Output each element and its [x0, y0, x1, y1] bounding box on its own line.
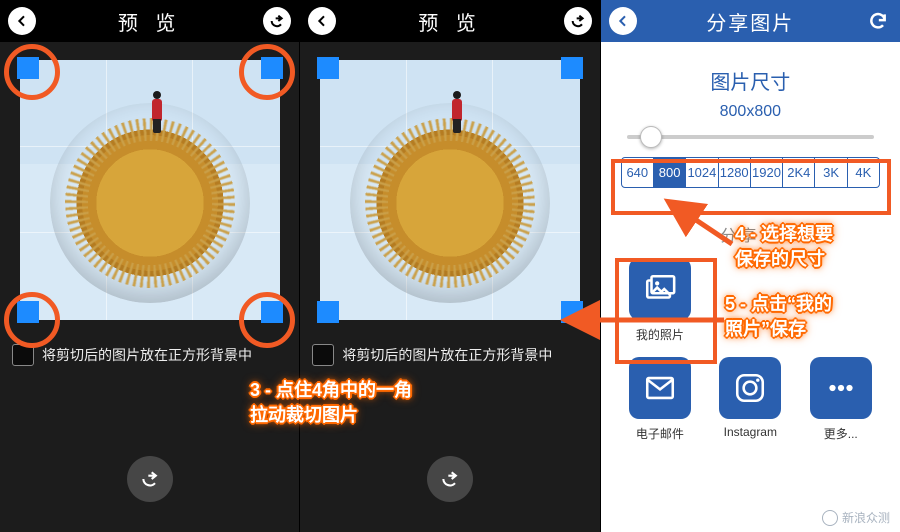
- square-bg-option: 将剪切后的图片放在正方形背景中: [312, 344, 587, 366]
- crop-area[interactable]: [320, 60, 580, 320]
- back-button[interactable]: [8, 7, 36, 35]
- crop-handle-bottom-right[interactable]: [561, 301, 583, 323]
- export-button[interactable]: [427, 456, 473, 502]
- crop-handle-top-left[interactable]: [17, 57, 39, 79]
- size-heading: 图片尺寸: [617, 66, 884, 95]
- size-button-3K[interactable]: 3K: [815, 157, 847, 188]
- arrow-left-icon: [615, 13, 631, 29]
- share-grid: 我的照片电子邮件 Instagram 更多...: [625, 258, 876, 442]
- header-bar: 预 览: [300, 0, 599, 42]
- size-value: 800x800: [617, 103, 884, 121]
- refresh-icon: [868, 11, 888, 31]
- share-item-instagram[interactable]: Instagram: [719, 357, 781, 442]
- share-item-label: 电子邮件: [629, 425, 691, 442]
- size-button-1920[interactable]: 1920: [751, 157, 783, 188]
- page-title: 分享图片: [706, 7, 794, 36]
- size-slider-thumb[interactable]: [640, 126, 662, 148]
- page-title: 预 览: [418, 7, 482, 36]
- size-buttons: 6408001024128019202K43K4K: [621, 157, 880, 188]
- share-item-more[interactable]: 更多...: [810, 357, 872, 442]
- crop-handle-top-right[interactable]: [561, 57, 583, 79]
- share-arrow-icon: [269, 13, 285, 29]
- export-button[interactable]: [127, 456, 173, 502]
- crop-handle-bottom-right[interactable]: [261, 301, 283, 323]
- share-item-label: Instagram: [719, 425, 781, 439]
- share-arrow-icon: [440, 469, 460, 489]
- size-button-800[interactable]: 800: [654, 157, 686, 188]
- preview-panel-2: 预 览 将剪切后的图片放在正方形背景中: [300, 0, 600, 532]
- size-button-1024[interactable]: 1024: [686, 157, 718, 188]
- share-item-label: 更多...: [810, 425, 872, 442]
- share-item-email[interactable]: 电子邮件: [629, 357, 691, 442]
- size-button-640[interactable]: 640: [621, 157, 654, 188]
- more-icon: [810, 357, 872, 419]
- arrow-left-icon: [314, 13, 330, 29]
- square-bg-label: 将剪切后的图片放在正方形背景中: [342, 345, 552, 365]
- share-button[interactable]: [564, 7, 592, 35]
- square-bg-option: 将剪切后的图片放在正方形背景中: [12, 344, 287, 366]
- crop-image: [320, 60, 580, 320]
- back-button[interactable]: [609, 7, 637, 35]
- crop-handle-bottom-left[interactable]: [317, 301, 339, 323]
- back-button[interactable]: [308, 7, 336, 35]
- share-arrow-icon: [570, 13, 586, 29]
- share-to-label: 分享到: [617, 222, 884, 246]
- share-arrow-icon: [140, 469, 160, 489]
- size-slider[interactable]: [627, 135, 874, 139]
- preview-panel-1: 预 览 将剪切后的图片放在正方形背景中: [0, 0, 300, 532]
- email-icon: [629, 357, 691, 419]
- header-bar: 分享图片: [601, 0, 900, 42]
- square-bg-checkbox[interactable]: [12, 344, 34, 366]
- share-item-label: 我的照片: [629, 326, 691, 343]
- share-panel: 分享图片 图片尺寸 800x800 6408001024128019202K43…: [601, 0, 900, 532]
- size-button-2K4[interactable]: 2K4: [783, 157, 815, 188]
- refresh-button[interactable]: [864, 7, 892, 35]
- instagram-icon: [719, 357, 781, 419]
- crop-area[interactable]: [20, 60, 280, 320]
- header-bar: 预 览: [0, 0, 299, 42]
- square-bg-label: 将剪切后的图片放在正方形背景中: [42, 345, 252, 365]
- arrow-left-icon: [14, 13, 30, 29]
- crop-handle-top-right[interactable]: [261, 57, 283, 79]
- size-button-1280[interactable]: 1280: [719, 157, 751, 188]
- crop-handle-bottom-left[interactable]: [17, 301, 39, 323]
- share-button[interactable]: [263, 7, 291, 35]
- my-photos-icon: [629, 258, 691, 320]
- size-button-4K[interactable]: 4K: [848, 157, 880, 188]
- crop-image: [20, 60, 280, 320]
- square-bg-checkbox[interactable]: [312, 344, 334, 366]
- share-item-my-photos[interactable]: 我的照片: [629, 258, 691, 343]
- page-title: 预 览: [118, 7, 182, 36]
- crop-handle-top-left[interactable]: [317, 57, 339, 79]
